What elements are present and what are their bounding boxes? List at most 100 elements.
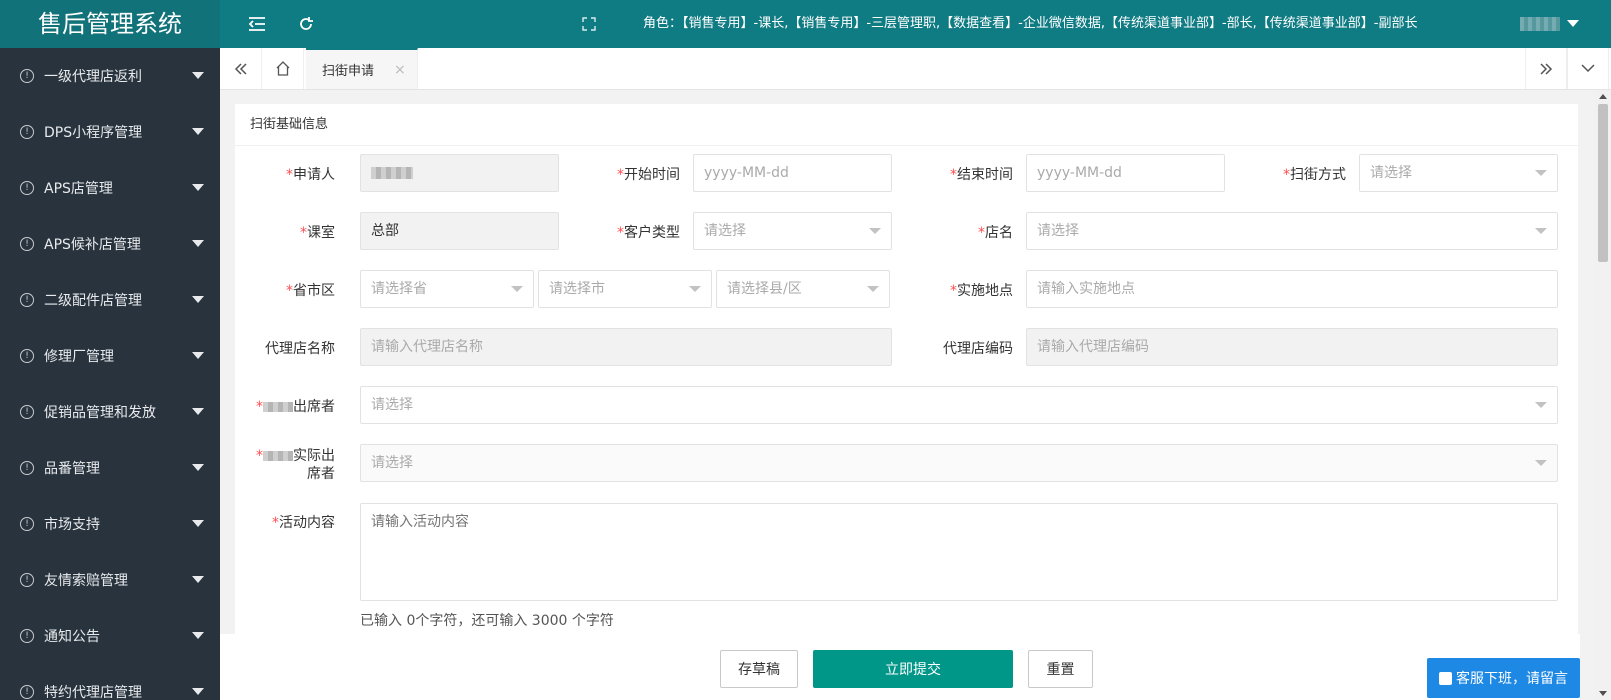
info-circle-icon: ! <box>20 461 34 475</box>
store-name-label: *店名 <box>978 225 1013 241</box>
sidebar-item-promotion[interactable]: ! 促销品管理和发放 <box>0 384 220 440</box>
sidebar-item-label: 修理厂管理 <box>44 349 114 365</box>
info-circle-icon: ! <box>20 517 34 531</box>
location-label: *实施地点 <box>950 283 1013 299</box>
caret-down-icon <box>192 184 204 191</box>
submit-button[interactable]: 立即提交 <box>813 650 1013 688</box>
sidebar: ! 一级代理店返利 ! DPS小程序管理 ! APS店管理 ! APS候补店管理 ! 二级… <box>0 48 220 700</box>
start-time-input[interactable]: yyyy-MM-dd <box>693 154 892 192</box>
sidebar-item-label: 一级代理店返利 <box>44 69 142 85</box>
applicant-label: *申请人 <box>286 167 335 183</box>
sidebar-item-label: APS店管理 <box>44 181 113 197</box>
caret-down-icon <box>192 464 204 471</box>
county-select[interactable]: 请选择县/区 <box>716 270 890 308</box>
caret-down-icon <box>192 240 204 247</box>
fullscreen-icon[interactable] <box>579 14 599 34</box>
attendees-select[interactable]: 请选择 <box>360 386 1558 424</box>
sweep-method-select[interactable]: 请选择 <box>1359 154 1558 192</box>
activity-textarea[interactable] <box>360 503 1558 601</box>
sidebar-item-dps[interactable]: ! DPS小程序管理 <box>0 104 220 160</box>
end-time-input[interactable]: yyyy-MM-dd <box>1026 154 1225 192</box>
app-title: 售后管理系统 <box>0 0 220 48</box>
sidebar-item-label: DPS小程序管理 <box>44 125 143 141</box>
reset-button[interactable]: 重置 <box>1028 650 1093 688</box>
user-menu-caret-icon[interactable] <box>1567 20 1579 27</box>
sidebar-item-parts-store[interactable]: ! 二级配件店管理 <box>0 272 220 328</box>
sweep-method-label: *扫街方式 <box>1283 167 1346 183</box>
scroll-up-icon[interactable] <box>1599 94 1607 99</box>
sidebar-item-label: 特约代理店管理 <box>44 685 142 700</box>
info-circle-icon: ! <box>20 181 34 195</box>
agent-code-input: 请输入代理店编码 <box>1026 328 1558 366</box>
customer-type-select[interactable]: 请选择 <box>693 212 892 250</box>
info-circle-icon: ! <box>20 405 34 419</box>
home-icon[interactable] <box>262 48 304 89</box>
sidebar-item-notice[interactable]: ! 通知公告 <box>0 608 220 664</box>
tab-options-chevron-down-icon[interactable] <box>1567 48 1609 89</box>
info-circle-icon: ! <box>20 237 34 251</box>
sidebar-item-aps-candidate[interactable]: ! APS候补店管理 <box>0 216 220 272</box>
sidebar-item-rebate[interactable]: ! 一级代理店返利 <box>0 48 220 104</box>
actual-attendees-select[interactable]: 请选择 <box>360 444 1558 482</box>
dropdown-arrow-icon <box>1535 170 1547 176</box>
sidebar-item-label: 友情索赔管理 <box>44 573 128 589</box>
sidebar-item-aps[interactable]: ! APS店管理 <box>0 160 220 216</box>
save-draft-button[interactable]: 存草稿 <box>720 650 798 688</box>
sidebar-item-label: APS候补店管理 <box>44 237 141 253</box>
sidebar-item-goodwill-claim[interactable]: ! 友情索赔管理 <box>0 552 220 608</box>
sidebar-item-part-number[interactable]: ! 品番管理 <box>0 440 220 496</box>
form-footer: 存草稿 立即提交 重置 <box>220 634 1580 700</box>
customer-service-button[interactable]: 客服下班，请留言 <box>1427 658 1580 698</box>
end-time-label: *结束时间 <box>950 167 1013 183</box>
dropdown-arrow-icon <box>1535 228 1547 234</box>
scroll-tabs-left-icon[interactable] <box>220 48 262 89</box>
refresh-icon[interactable] <box>296 14 316 34</box>
dropdown-arrow-icon <box>1535 460 1547 466</box>
scroll-down-icon[interactable] <box>1599 691 1607 696</box>
caret-down-icon <box>192 520 204 527</box>
caret-down-icon <box>192 72 204 79</box>
sidebar-item-label: 市场支持 <box>44 517 100 533</box>
collapse-menu-icon[interactable] <box>247 14 267 34</box>
agent-name-input: 请输入代理店名称 <box>360 328 892 366</box>
agent-code-label: 代理店编码 <box>943 341 1013 357</box>
applicant-field <box>360 154 559 192</box>
region-label: *省市区 <box>286 283 335 299</box>
caret-down-icon <box>192 128 204 135</box>
dropdown-arrow-icon <box>689 286 701 292</box>
dropdown-arrow-icon <box>1535 402 1547 408</box>
top-header: 售后管理系统 角色：【销售专用】-课长,【销售专用】-三层管理职,【数据查看】-… <box>0 0 1611 48</box>
location-input[interactable]: 请输入实施地点 <box>1026 270 1558 308</box>
caret-down-icon <box>192 632 204 639</box>
caret-down-icon <box>192 296 204 303</box>
agent-name-label: 代理店名称 <box>265 341 335 357</box>
city-select[interactable]: 请选择市 <box>538 270 712 308</box>
attendees-label: * 出席者 <box>256 399 335 415</box>
sidebar-item-repair-shop[interactable]: ! 修理厂管理 <box>0 328 220 384</box>
province-select[interactable]: 请选择省 <box>360 270 534 308</box>
caret-down-icon <box>192 576 204 583</box>
info-circle-icon: ! <box>20 573 34 587</box>
scroll-tabs-right-icon[interactable] <box>1525 48 1567 89</box>
section-title: 扫街基础信息 <box>235 104 1578 146</box>
tab-bar: 扫街申请 × <box>220 48 1611 90</box>
sidebar-item-label: 二级配件店管理 <box>44 293 142 309</box>
info-circle-icon: ! <box>20 69 34 83</box>
sidebar-item-market-support[interactable]: ! 市场支持 <box>0 496 220 552</box>
caret-down-icon <box>192 352 204 359</box>
start-time-label: *开始时间 <box>617 167 680 183</box>
user-name[interactable] <box>1520 17 1560 31</box>
tab-street-sweep-apply[interactable]: 扫街申请 × <box>306 48 418 89</box>
tab-label: 扫街申请 <box>322 64 375 79</box>
scroll-thumb[interactable] <box>1598 104 1608 262</box>
section-field: 总部 <box>360 212 559 250</box>
message-icon <box>1439 671 1452 685</box>
dropdown-arrow-icon <box>867 286 879 292</box>
close-tab-icon[interactable]: × <box>394 62 406 78</box>
page-scrollbar[interactable] <box>1595 90 1611 700</box>
user-roles: 角色：【销售专用】-课长,【销售专用】-三层管理职,【数据查看】-企业微信数据,… <box>643 16 1418 31</box>
sidebar-item-special-agent[interactable]: ! 特约代理店管理 <box>0 664 220 700</box>
actual-attendees-label: * 实际出 席者 <box>256 448 335 482</box>
sidebar-item-label: 促销品管理和发放 <box>44 405 156 421</box>
store-name-select[interactable]: 请选择 <box>1026 212 1558 250</box>
